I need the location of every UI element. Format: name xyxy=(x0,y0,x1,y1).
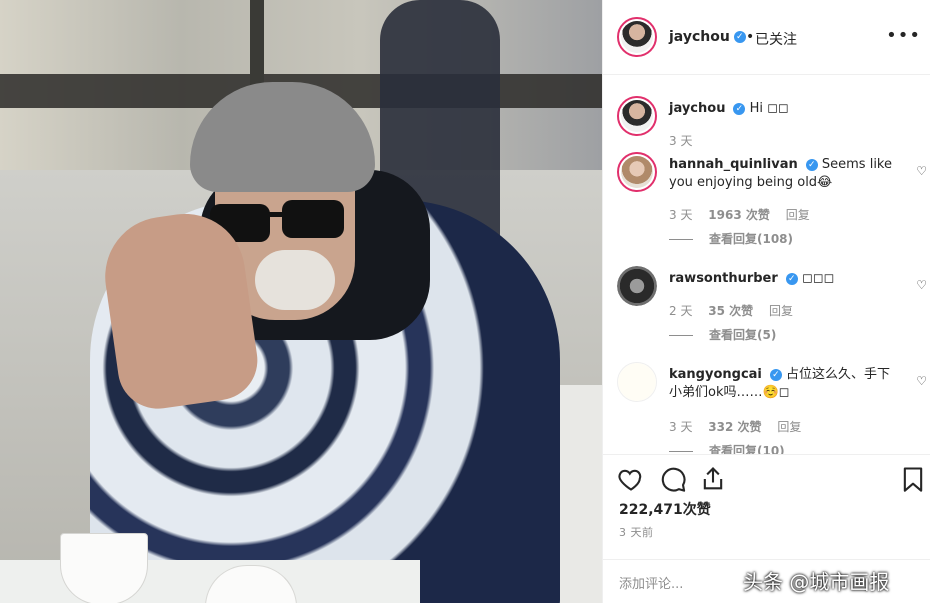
reply-button[interactable]: 回复 xyxy=(786,208,810,222)
post-header: jaychou ✓ • 已关注 ••• xyxy=(603,0,930,75)
comment-like-heart-icon[interactable]: ♡ xyxy=(916,278,927,292)
more-horizontal-icon[interactable]: ••• xyxy=(886,25,921,46)
commenter-avatar[interactable] xyxy=(617,152,657,192)
comment-username[interactable]: kangyongcai xyxy=(669,367,762,382)
comment-time: 3 天 xyxy=(669,208,693,222)
comment-text: hannah_quinlivan ✓ Seems like you enjoyin… xyxy=(669,157,892,190)
verified-icon: ✓ xyxy=(733,31,746,43)
comment-meta: 3 天 332 次赞 回复 xyxy=(669,418,813,435)
author-avatar[interactable] xyxy=(617,17,657,57)
comment-time: 3 天 xyxy=(669,134,693,148)
post-actions: 222,471次赞 3 天前 xyxy=(603,454,930,561)
author-avatar[interactable] xyxy=(617,96,657,136)
comment-likes[interactable]: 1963 次赞 xyxy=(708,208,770,222)
add-comment-input[interactable]: 添加评论... xyxy=(619,573,683,592)
comment-username[interactable]: jaychou xyxy=(669,101,725,116)
comment-time: 3 天 xyxy=(669,420,693,434)
watermark: 头条 @城市画报 xyxy=(743,570,890,594)
comment-icon[interactable] xyxy=(659,465,687,493)
post-timestamp[interactable]: 3 天前 xyxy=(619,524,654,540)
reply-button[interactable]: 回复 xyxy=(777,420,801,434)
comment-time: 2 天 xyxy=(669,304,693,318)
view-replies[interactable]: 查看回复(10) xyxy=(669,442,785,454)
comment-likes[interactable]: 332 次赞 xyxy=(708,420,761,434)
separator-dot: • xyxy=(746,29,755,45)
photo-cup xyxy=(60,533,148,603)
post-side-panel: jaychou ✓ • 已关注 ••• jaychou ✓ Hi ◻◻ 3 天 ha… xyxy=(602,0,930,603)
comment-username[interactable]: hannah_quinlivan xyxy=(669,157,798,172)
verified-icon: ✓ xyxy=(769,368,782,381)
share-icon[interactable] xyxy=(699,465,727,493)
view-replies[interactable]: 查看回复(108) xyxy=(669,230,793,247)
comment-like-heart-icon[interactable]: ♡ xyxy=(916,164,927,178)
comment-meta: 3 天 xyxy=(669,132,704,149)
comments-list[interactable]: jaychou ✓ Hi ◻◻ 3 天 hannah_quinlivan ✓ See… xyxy=(603,74,930,454)
comment-meta: 3 天 1963 次赞 回复 xyxy=(669,206,822,223)
verified-icon: ✓ xyxy=(733,102,746,115)
comment-text: rawsonthurber ✓ ◻◻◻ xyxy=(669,271,835,286)
photo-beard xyxy=(255,250,335,310)
heart-icon[interactable] xyxy=(617,465,645,493)
comment-text: jaychou ✓ Hi ◻◻ xyxy=(669,101,789,116)
comment-meta: 2 天 35 次赞 回复 xyxy=(669,302,805,319)
comment-text: kangyongcai ✓ 占位这么久、手下小弟们ok吗……☺️◻ xyxy=(669,367,891,400)
author-username[interactable]: jaychou ✓ xyxy=(669,29,746,45)
comment-username[interactable]: rawsonthurber xyxy=(669,271,778,286)
bookmark-icon[interactable] xyxy=(899,465,927,493)
comment-like-heart-icon[interactable]: ♡ xyxy=(916,374,927,388)
post-photo[interactable] xyxy=(0,0,602,603)
follow-status-button[interactable]: 已关注 xyxy=(755,29,797,49)
add-comment-bar[interactable]: 添加评论... 头条 @城市画报 xyxy=(603,559,930,603)
likes-count[interactable]: 222,471次赞 xyxy=(619,499,711,519)
verified-icon: ✓ xyxy=(785,272,798,285)
commenter-avatar[interactable] xyxy=(617,362,657,402)
comment-likes[interactable]: 35 次赞 xyxy=(708,304,753,318)
reply-button[interactable]: 回复 xyxy=(769,304,793,318)
commenter-avatar[interactable] xyxy=(617,266,657,306)
verified-icon: ✓ xyxy=(805,158,818,171)
view-replies[interactable]: 查看回复(5) xyxy=(669,326,776,343)
